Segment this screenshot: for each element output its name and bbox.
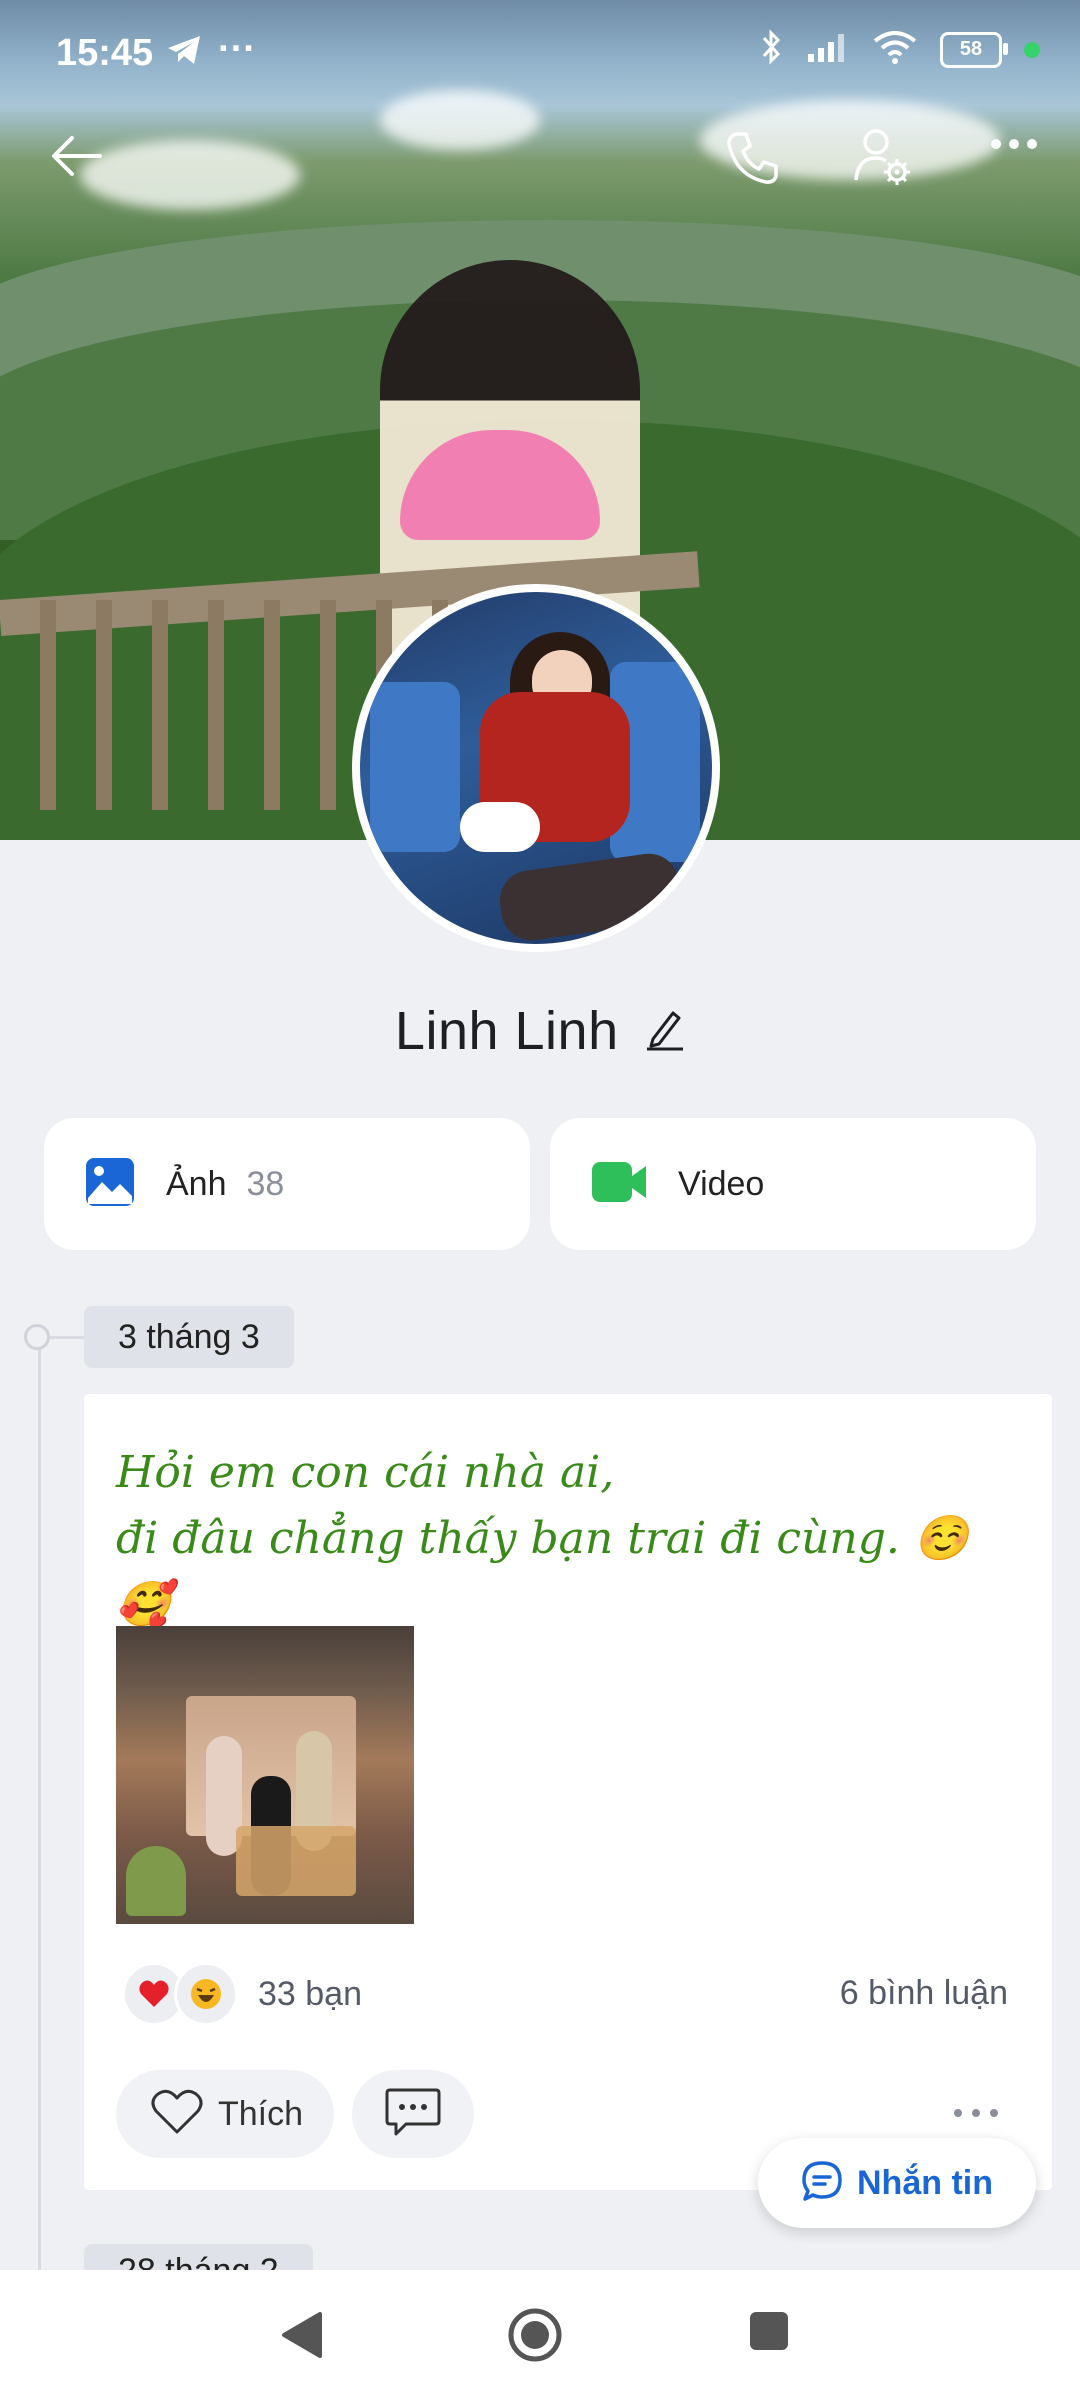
avatar[interactable] xyxy=(352,584,720,952)
chat-bubble-icon xyxy=(801,2160,843,2207)
photos-label: Ảnh xyxy=(166,1164,227,1203)
message-button[interactable]: Nhắn tin xyxy=(758,2138,1036,2228)
system-nav-bar xyxy=(0,2270,1080,2400)
nav-back-icon[interactable] xyxy=(280,2310,324,2365)
comment-button[interactable] xyxy=(352,2070,474,2158)
photo-icon xyxy=(84,1156,136,1213)
post-more-icon[interactable] xyxy=(952,2106,1000,2125)
wifi-icon xyxy=(872,29,918,70)
edit-pencil-icon[interactable] xyxy=(645,1007,685,1056)
battery-indicator: 58 xyxy=(940,31,1008,68)
timeline-connector xyxy=(50,1336,84,1339)
photos-card[interactable]: Ảnh 38 xyxy=(44,1118,530,1250)
more-icon[interactable] xyxy=(990,136,1038,157)
video-label: Video xyxy=(678,1164,765,1203)
profile-name-row: Linh Linh xyxy=(0,1000,1080,1062)
video-card[interactable]: Video xyxy=(550,1118,1036,1250)
timeline-dot xyxy=(24,1324,50,1350)
nav-home-icon[interactable] xyxy=(506,2306,564,2369)
timeline-line xyxy=(38,1330,41,2270)
user-settings-icon[interactable] xyxy=(852,126,914,193)
telegram-icon xyxy=(166,34,202,71)
status-bar: 15:45 ··· 58 xyxy=(0,0,1080,110)
like-label: Thích xyxy=(218,2094,304,2133)
profile-toolbar xyxy=(0,120,1080,200)
signal-icon xyxy=(806,30,850,69)
heart-outline-icon xyxy=(150,2088,204,2141)
post-card: Hỏi em con cái nhà ai, đi đâu chẳng thấy… xyxy=(84,1394,1052,2190)
phone-icon[interactable] xyxy=(722,128,782,193)
photos-count: 38 xyxy=(246,1164,285,1203)
bluetooth-icon xyxy=(760,28,784,71)
post-image[interactable] xyxy=(116,1626,414,1924)
post-text: Hỏi em con cái nhà ai, đi đâu chẳng thấy… xyxy=(116,1447,969,1630)
reactions-summary[interactable]: 33 bạn xyxy=(122,1962,362,2026)
comments-count[interactable]: 6 bình luận xyxy=(840,1974,1008,2013)
like-button[interactable]: Thích xyxy=(116,2070,334,2158)
nav-recents-icon[interactable] xyxy=(748,2310,790,2357)
privacy-dot xyxy=(1024,41,1040,58)
profile-name: Linh Linh xyxy=(394,1001,619,1061)
haha-reaction-icon xyxy=(174,1962,238,2026)
timeline-date: 3 tháng 3 xyxy=(84,1306,294,1368)
message-label: Nhắn tin xyxy=(857,2163,993,2202)
comment-icon xyxy=(384,2086,442,2143)
status-time: 15:45 xyxy=(56,32,154,74)
reaction-count: 33 bạn xyxy=(258,1974,362,2013)
video-camera-icon xyxy=(590,1160,648,1209)
back-arrow-icon[interactable] xyxy=(48,132,104,185)
status-overflow: ··· xyxy=(218,28,256,70)
